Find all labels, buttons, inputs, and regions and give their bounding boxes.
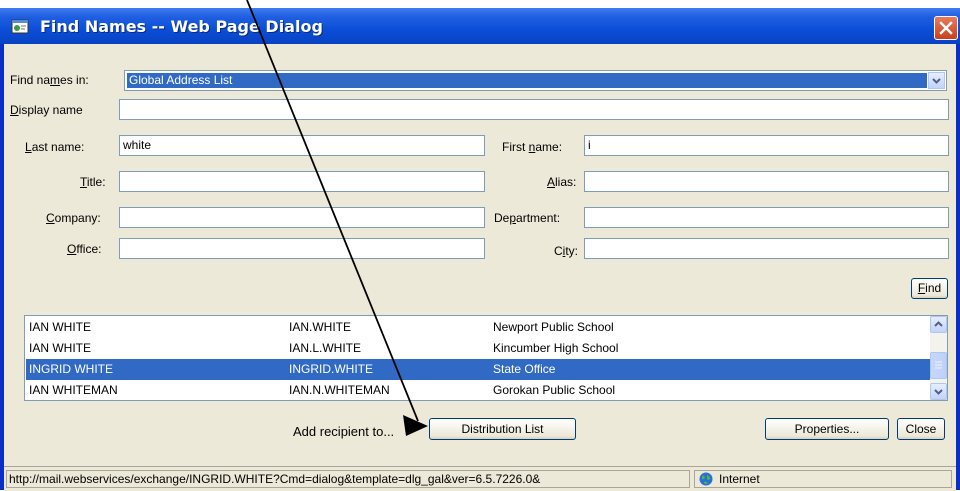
department-label: Department: [494, 211, 561, 225]
dialog-window: Find Names -- Web Page Dialog Find names… [0, 8, 960, 491]
add-recipient-label: Add recipient to... [293, 424, 395, 439]
globe-icon [699, 472, 713, 486]
scroll-up-button[interactable] [930, 316, 947, 333]
city-input[interactable] [584, 238, 949, 259]
last-name-input[interactable]: white [119, 135, 485, 156]
display-name-label: Display name [10, 103, 83, 117]
list-item-alias: INGRID.WHITE [289, 362, 373, 376]
office-label: Office: [67, 242, 102, 256]
list-item[interactable]: IAN WHITEMAN IAN.N.WHITEMAN Gorokan Public… [26, 380, 930, 400]
list-item-office: Newport Public School [493, 320, 614, 334]
chevron-down-icon [932, 78, 941, 84]
list-item-name: IAN WHITE [29, 341, 91, 355]
security-zone-label: Internet [719, 472, 760, 486]
department-input[interactable] [584, 207, 949, 228]
list-item-office: Kincumber High School [493, 341, 619, 355]
distribution-list-button[interactable]: Distribution List [429, 418, 576, 440]
close-icon [939, 21, 953, 35]
results-scrollbar[interactable] [930, 316, 947, 400]
address-book-selected-value: Global Address List [127, 73, 927, 88]
first-name-label: First name: [502, 140, 563, 154]
list-item[interactable]: INGRID WHITE INGRID.WHITE State Office [26, 359, 930, 380]
status-bar: http://mail.webservices/exchange/INGRID.… [4, 466, 956, 491]
dropdown-button[interactable] [928, 72, 945, 89]
properties-button[interactable]: Properties... [765, 418, 889, 440]
company-input[interactable] [119, 207, 485, 228]
chevron-up-icon [934, 321, 943, 327]
company-label: Company: [46, 211, 101, 225]
security-zone: Internet [694, 470, 952, 488]
scroll-down-button[interactable] [930, 383, 947, 400]
chevron-down-icon [934, 389, 943, 395]
results-list[interactable]: IAN WHITE IAN.WHITE Newport Public School I… [24, 315, 948, 401]
list-item-name: IAN WHITE [29, 320, 91, 334]
web-dialog-icon [11, 19, 29, 34]
office-input[interactable] [119, 238, 485, 259]
alias-label: Alias: [547, 175, 577, 189]
list-item-office: Gorokan Public School [493, 383, 616, 397]
list-item-name: IAN WHITEMAN [29, 383, 118, 397]
list-item[interactable]: IAN WHITE IAN.WHITE Newport Public School [26, 317, 930, 338]
dialog-body: Find names in: Global Address List Displ… [4, 44, 956, 466]
find-names-in-label: Find names in: [10, 73, 89, 87]
address-book-select[interactable]: Global Address List [124, 70, 947, 91]
title-label: Title: [80, 175, 106, 189]
grip-icon [935, 361, 942, 369]
list-item-office: State Office [493, 362, 556, 376]
display-name-input[interactable] [119, 99, 949, 120]
window-title: Find Names -- Web Page Dialog [40, 17, 323, 36]
find-button[interactable]: Find [911, 278, 948, 299]
list-item-alias: IAN.L.WHITE [289, 341, 362, 355]
status-url: http://mail.webservices/exchange/INGRID.… [6, 470, 690, 488]
list-item[interactable]: IAN WHITE IAN.L.WHITE Kincumber High Schoo… [26, 338, 930, 359]
list-item-alias: IAN.WHITE [289, 320, 351, 334]
first-name-input[interactable]: i [584, 135, 949, 156]
list-item-alias: IAN.N.WHITEMAN [289, 383, 390, 397]
close-button[interactable]: Close [897, 418, 945, 440]
title-input[interactable] [119, 171, 485, 192]
city-label: City: [554, 244, 579, 258]
last-name-label: Last name: [25, 140, 85, 154]
title-bar[interactable]: Find Names -- Web Page Dialog [0, 8, 960, 44]
list-item-name: INGRID WHITE [29, 362, 113, 376]
window-close-button[interactable] [934, 16, 958, 40]
scroll-thumb[interactable] [930, 352, 947, 379]
alias-input[interactable] [584, 171, 949, 192]
